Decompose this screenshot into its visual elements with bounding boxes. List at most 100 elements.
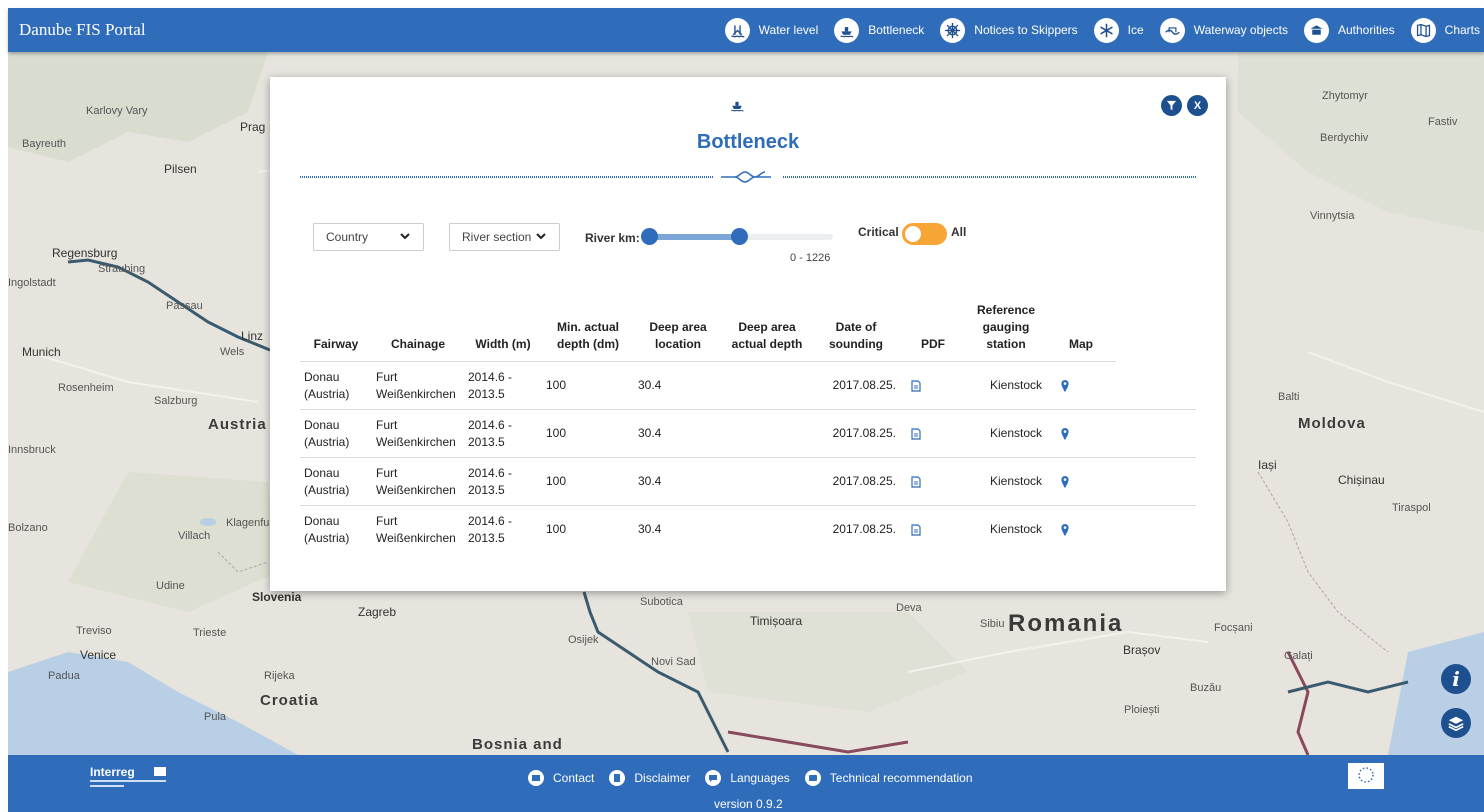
slider-thumb-max[interactable]	[731, 228, 749, 245]
cell-chainage: Furt Weißenkirchen	[372, 457, 464, 506]
chevron-down-icon	[536, 233, 546, 240]
river-km-slider[interactable]	[641, 228, 833, 245]
app-title[interactable]: Danube FIS Portal	[19, 20, 146, 40]
cell-date: 2017.08.25.	[832, 522, 896, 537]
cell-station: Kienstock	[989, 522, 1042, 537]
map-label-moldova: Moldova	[1298, 415, 1366, 432]
cell-date: 2017.08.25.	[812, 457, 900, 506]
cell-min-depth: 100	[542, 409, 634, 458]
nav-authorities[interactable]: Authorities	[1303, 17, 1395, 43]
cell-map[interactable]	[1046, 457, 1116, 506]
water-level-icon	[724, 17, 750, 43]
table-row: Donau (Austria) Furt Weißenkirchen 2014.6 …	[300, 361, 1196, 410]
river-section-select[interactable]: River section	[449, 223, 560, 251]
col-deep-location[interactable]: Deep area location	[634, 302, 722, 362]
bottleneck-table: Fairway Chainage Width (m) Min. actual d…	[300, 302, 1196, 554]
document-icon	[609, 770, 626, 786]
pdf-file-icon[interactable]	[910, 476, 922, 488]
map-label-trieste: Trieste	[193, 627, 227, 639]
pdf-file-icon[interactable]	[910, 524, 922, 536]
map-label-berdychiv: Berdychiv	[1320, 132, 1369, 144]
cell-deep-location: 30.4	[634, 457, 722, 506]
map-label-pilsen: Pilsen	[164, 162, 197, 176]
nav-label: Authorities	[1337, 23, 1395, 37]
cell-deep-depth	[722, 506, 812, 554]
cell-deep-depth	[722, 457, 812, 506]
cell-pdf[interactable]	[900, 457, 966, 506]
cell-map[interactable]	[1046, 361, 1116, 410]
cell-width: 2014.6 - 2013.5	[468, 513, 513, 545]
col-pdf[interactable]: PDF	[900, 302, 966, 362]
cell-width: 2014.6 - 2013.5	[464, 361, 542, 410]
technical-recommendation-link[interactable]: Technical recommendation	[804, 770, 973, 786]
map-label-regensburg: Regensburg	[52, 246, 118, 260]
contact-link[interactable]: Contact	[528, 770, 594, 786]
map-label-ploiesti: Ploiești	[1124, 704, 1160, 716]
nav-waterway-objects[interactable]: Waterway objects	[1159, 17, 1288, 43]
cell-map[interactable]	[1046, 409, 1116, 458]
pdf-file-icon[interactable]	[910, 428, 922, 440]
map-label-padua: Padua	[48, 670, 80, 682]
close-button[interactable]: X	[1187, 95, 1208, 116]
col-fairway[interactable]: Fairway	[300, 302, 372, 362]
panel-title: Bottleneck	[696, 131, 800, 153]
map-pin-icon[interactable]	[1060, 379, 1070, 392]
map-pin-icon[interactable]	[1060, 427, 1070, 440]
col-min-depth[interactable]: Min. actual depth (dm)	[542, 302, 634, 362]
cell-map[interactable]	[1046, 506, 1116, 554]
slider-thumb-min[interactable]	[641, 228, 658, 245]
languages-link[interactable]: Languages	[705, 770, 790, 786]
map-pin-icon[interactable]	[1060, 475, 1070, 488]
cell-fairway: Donau (Austria)	[300, 361, 372, 410]
col-deep-depth[interactable]: Deep area actual depth	[722, 302, 812, 362]
cell-spacer	[1116, 409, 1196, 458]
map-label-sibiu: Sibiu	[980, 618, 1005, 630]
cell-deep-location: 30.4	[634, 361, 722, 410]
cell-min-depth: 100	[542, 457, 634, 506]
country-select-value: Country	[326, 230, 369, 244]
version-text: version 0.9.2	[714, 797, 783, 811]
info-button[interactable]: i	[1441, 664, 1471, 694]
authorities-icon	[1303, 17, 1329, 43]
cell-spacer	[1116, 506, 1196, 554]
nav-notices[interactable]: Notices to Skippers	[940, 17, 1078, 43]
country-select[interactable]: Country	[313, 223, 424, 251]
map-label-rosenheim: Rosenheim	[58, 382, 114, 394]
map-label-passau: Passau	[166, 300, 203, 312]
map-label-rijeka: Rijeka	[264, 670, 295, 682]
layers-button[interactable]	[1441, 708, 1471, 738]
slider-range-fill	[649, 234, 740, 240]
map-label-iasi: Iași	[1258, 458, 1277, 472]
col-chainage[interactable]: Chainage	[372, 302, 464, 362]
map-label-treviso: Treviso	[76, 625, 112, 637]
nav-bottleneck[interactable]: Bottleneck	[834, 17, 924, 43]
filter-button[interactable]	[1161, 95, 1182, 116]
cell-pdf[interactable]	[900, 361, 966, 410]
cell-pdf[interactable]	[900, 409, 966, 458]
pdf-file-icon[interactable]	[910, 380, 922, 392]
layers-icon	[1448, 716, 1464, 732]
technical-recommendation-label: Technical recommendation	[829, 771, 973, 785]
map-label-croatia: Croatia	[260, 692, 319, 709]
col-map[interactable]: Map	[1046, 302, 1116, 362]
map-pin-icon[interactable]	[1060, 524, 1070, 537]
cell-pdf[interactable]	[900, 506, 966, 554]
nav-charts[interactable]: Charts	[1410, 17, 1480, 43]
info-icon: i	[1452, 667, 1460, 691]
col-date[interactable]: Date of sounding	[812, 302, 900, 362]
col-spacer	[1116, 302, 1196, 362]
nav-water-level[interactable]: Water level	[724, 17, 818, 43]
cell-fairway: Donau (Austria)	[300, 457, 372, 506]
map-label-bolzano: Bolzano	[8, 522, 48, 534]
disclaimer-link[interactable]: Disclaimer	[609, 770, 690, 786]
nav-ice[interactable]: Ice	[1093, 17, 1144, 43]
col-width[interactable]: Width (m)	[464, 302, 542, 362]
cell-station: Kienstock	[966, 409, 1046, 458]
footer-links: Contact Disclaimer Languages Technical r…	[528, 770, 988, 786]
map-label-udine: Udine	[156, 580, 185, 592]
col-station[interactable]: Reference gauging station	[966, 302, 1046, 362]
disclaimer-label: Disclaimer	[634, 771, 691, 785]
critical-all-toggle[interactable]	[902, 223, 947, 245]
cell-chainage: Furt Weißenkirchen	[376, 513, 456, 545]
map-label-fastiv: Fastiv	[1428, 116, 1458, 128]
